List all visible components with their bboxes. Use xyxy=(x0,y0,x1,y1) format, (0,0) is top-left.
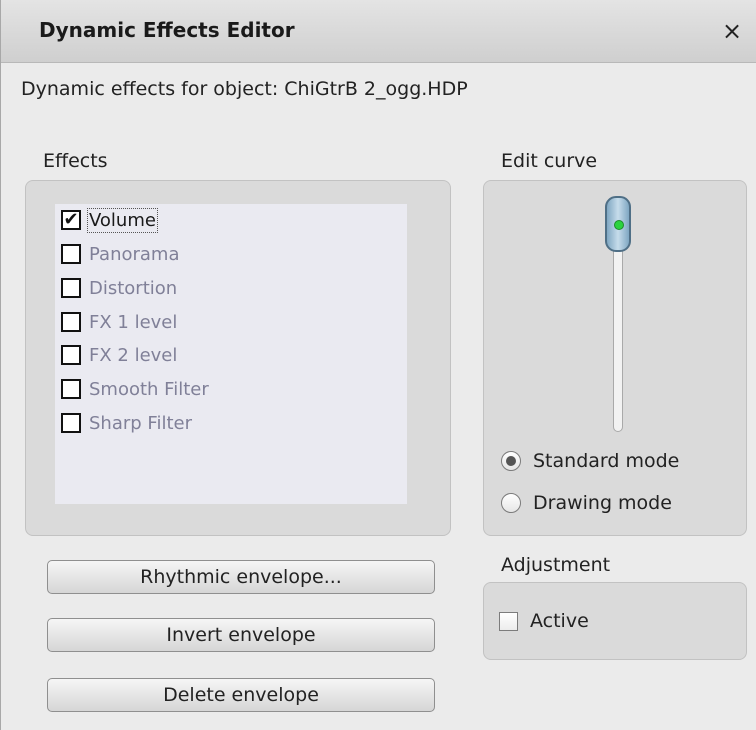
effect-checkbox[interactable] xyxy=(61,278,81,298)
edit-curve-group-label: Edit curve xyxy=(501,150,598,172)
object-description: Dynamic effects for object: ChiGtrB 2_og… xyxy=(21,78,468,100)
effect-item-smooth-filter[interactable]: Smooth Filter xyxy=(61,375,209,403)
check-icon: ✔ xyxy=(63,209,79,230)
effect-checkbox[interactable]: ✔ xyxy=(61,210,81,230)
effect-label: Sharp Filter xyxy=(89,412,192,434)
curve-slider-thumb[interactable] xyxy=(605,196,631,252)
checkbox-icon[interactable] xyxy=(499,611,518,631)
dynamic-effects-dialog: Dynamic Effects Editor × Dynamic effects… xyxy=(0,0,756,730)
effect-checkbox[interactable] xyxy=(61,345,81,365)
effect-item-sharp-filter[interactable]: Sharp Filter xyxy=(61,409,192,437)
invert-envelope-button[interactable]: Invert envelope xyxy=(47,618,435,652)
adjustment-group-label: Adjustment xyxy=(501,554,611,576)
effect-checkbox[interactable] xyxy=(61,244,81,264)
effect-label: Distortion xyxy=(89,277,178,299)
effects-list[interactable]: ✔ Volume Panorama Distortion FX 1 level … xyxy=(55,204,407,504)
slider-indicator-icon xyxy=(614,220,624,230)
effect-label: Panorama xyxy=(89,243,180,265)
delete-envelope-button[interactable]: Delete envelope xyxy=(47,678,435,712)
effect-item-panorama[interactable]: Panorama xyxy=(61,240,180,268)
effect-checkbox[interactable] xyxy=(61,379,81,399)
rhythmic-envelope-button[interactable]: Rhythmic envelope... xyxy=(47,560,435,594)
effect-label: Volume xyxy=(87,207,158,233)
effect-item-fx2-level[interactable]: FX 2 level xyxy=(61,341,177,369)
title-bar[interactable]: Dynamic Effects Editor × xyxy=(1,0,756,63)
effect-item-distortion[interactable]: Distortion xyxy=(61,274,177,302)
drawing-mode-radio[interactable]: Drawing mode xyxy=(501,488,672,518)
radio-button-icon[interactable] xyxy=(501,493,521,513)
effect-label: Smooth Filter xyxy=(89,378,209,400)
radio-selected-dot xyxy=(506,456,516,466)
effect-checkbox[interactable] xyxy=(61,413,81,433)
effect-item-fx1-level[interactable]: FX 1 level xyxy=(61,308,177,336)
active-label: Active xyxy=(530,610,589,632)
effect-item-volume[interactable]: ✔ Volume xyxy=(61,206,158,234)
effect-label: FX 1 level xyxy=(89,311,178,333)
effect-checkbox[interactable] xyxy=(61,312,81,332)
active-checkbox[interactable]: Active xyxy=(499,610,589,632)
effect-label: FX 2 level xyxy=(89,344,178,366)
standard-mode-label: Standard mode xyxy=(533,450,680,472)
close-icon[interactable]: × xyxy=(717,16,747,46)
effects-group-label: Effects xyxy=(43,150,108,172)
radio-button-icon[interactable] xyxy=(501,451,521,471)
drawing-mode-label: Drawing mode xyxy=(533,492,672,514)
standard-mode-radio[interactable]: Standard mode xyxy=(501,446,679,476)
window-title: Dynamic Effects Editor xyxy=(39,18,295,42)
